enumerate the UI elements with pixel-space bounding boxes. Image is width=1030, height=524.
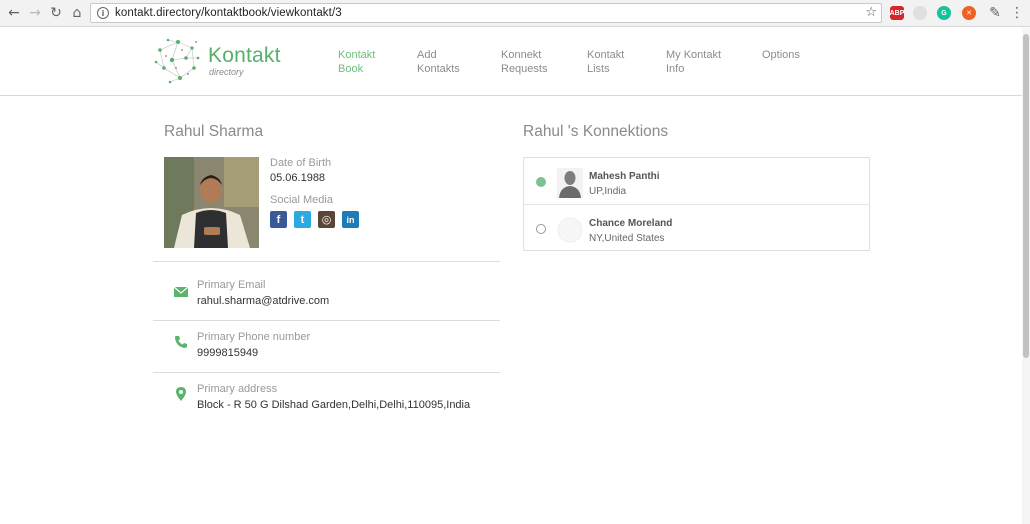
forward-icon[interactable]: → xyxy=(26,4,44,22)
nav-label: Requests xyxy=(501,63,548,75)
nav-label: My Kontakt xyxy=(666,49,722,61)
page: Kontakt directory Kontakt Book Add Konta… xyxy=(0,28,1030,524)
avatar-silhouette-icon xyxy=(557,168,583,198)
site-header: Kontakt directory Kontakt Book Add Konta… xyxy=(0,28,1022,96)
linkedin-glyph: in xyxy=(346,214,355,225)
phone-icon xyxy=(175,336,187,348)
nav-label: Book xyxy=(338,63,364,75)
adblock-plus-icon[interactable]: ABP xyxy=(890,6,904,20)
avatar-placeholder-icon xyxy=(557,217,583,243)
dob-label: Date of Birth xyxy=(270,157,332,169)
twitter-icon[interactable]: t xyxy=(294,211,311,228)
social-media-label: Social Media xyxy=(270,194,333,206)
instagram-glyph: ◎ xyxy=(321,214,332,226)
nav-label: Info xyxy=(666,63,685,75)
phone-label: Primary Phone number xyxy=(197,331,311,343)
extension-feather-icon[interactable] xyxy=(913,6,927,20)
online-status-icon xyxy=(536,177,546,187)
email-label: Primary Email xyxy=(197,279,266,291)
nav-label: Kontakt xyxy=(587,49,625,61)
konnektions-title: Rahul 's Konnektions xyxy=(523,123,669,140)
divider xyxy=(153,261,500,262)
nav-add-kontakts[interactable]: Add Kontakts xyxy=(417,48,487,76)
profile-photo-image xyxy=(164,157,259,248)
page-scrollbar[interactable] xyxy=(1022,28,1030,524)
facebook-glyph: f xyxy=(276,213,281,226)
linkedin-icon[interactable]: in xyxy=(342,211,359,228)
address-bar[interactable]: i kontakt.directory/kontaktbook/viewkont… xyxy=(90,3,882,23)
extension-orange-icon[interactable]: ✕ xyxy=(962,6,976,20)
browser-toolbar: ← → ↻ ⌂ i kontakt.directory/kontaktbook/… xyxy=(0,0,1030,27)
grammarly-icon[interactable]: G xyxy=(937,6,951,20)
nav-kontakt-book[interactable]: Kontakt Book xyxy=(338,48,408,76)
nav-label: Options xyxy=(762,49,800,61)
back-icon[interactable]: ← xyxy=(5,4,23,22)
phone-value[interactable]: 9999815949 xyxy=(197,347,258,359)
logo-title: Kontakt xyxy=(208,44,281,67)
konnektion-name[interactable]: Mahesh Panthi xyxy=(589,171,660,182)
email-value[interactable]: rahul.sharma@atdrive.com xyxy=(197,295,329,307)
reload-icon[interactable]: ↻ xyxy=(47,4,65,22)
envelope-icon xyxy=(173,286,189,297)
instagram-icon[interactable]: ◎ xyxy=(318,211,335,228)
profile-photo xyxy=(164,157,259,248)
nav-options[interactable]: Options xyxy=(762,48,832,62)
konnektion-location: UP,India xyxy=(589,186,627,197)
profile-name: Rahul Sharma xyxy=(164,123,264,140)
divider xyxy=(153,372,500,373)
divider xyxy=(153,320,500,321)
dob-value: 05.06.1988 xyxy=(270,172,326,184)
konnektion-item[interactable]: Chance Moreland NY,United States xyxy=(524,204,869,250)
konnektion-name[interactable]: Chance Moreland xyxy=(589,218,672,229)
offline-status-icon xyxy=(536,224,546,234)
nav-label: Kontakts xyxy=(417,63,460,75)
nav-konnekt-requests[interactable]: Konnekt Requests xyxy=(501,48,571,76)
eyedropper-icon[interactable]: ✎ xyxy=(986,4,1004,22)
scrollbar-thumb[interactable] xyxy=(1023,34,1029,358)
kontakt-logo[interactable]: Kontakt directory xyxy=(152,34,282,88)
konnektion-location: NY,United States xyxy=(589,233,665,244)
nav-my-kontakt-info[interactable]: My Kontakt Info xyxy=(666,48,736,76)
nav-label: Konnekt xyxy=(501,49,542,61)
nav-label: Kontakt xyxy=(338,49,376,61)
facebook-icon[interactable]: f xyxy=(270,211,287,228)
chrome-menu-icon[interactable]: ⋮ xyxy=(1008,4,1026,22)
location-pin-icon xyxy=(176,387,186,401)
nav-label: Add xyxy=(417,49,437,61)
konnektion-item[interactable]: Mahesh Panthi UP,India xyxy=(524,158,869,204)
address-url: kontakt.directory/kontaktbook/viewkontak… xyxy=(115,7,342,19)
nav-label: Lists xyxy=(587,63,610,75)
address-label: Primary address xyxy=(197,383,278,395)
logo-subtitle: directory xyxy=(209,67,244,77)
address-value: Block - R 50 G Dilshad Garden,Delhi,Delh… xyxy=(197,399,471,411)
bookmark-star-icon[interactable]: ☆ xyxy=(865,5,877,20)
logo-network-icon xyxy=(154,38,200,84)
nav-kontakt-lists[interactable]: Kontakt Lists xyxy=(587,48,657,76)
home-icon[interactable]: ⌂ xyxy=(68,4,86,22)
konnektions-list: Mahesh Panthi UP,India Chance Moreland N… xyxy=(523,157,870,251)
site-info-icon[interactable]: i xyxy=(97,7,109,19)
twitter-glyph: t xyxy=(300,213,305,226)
